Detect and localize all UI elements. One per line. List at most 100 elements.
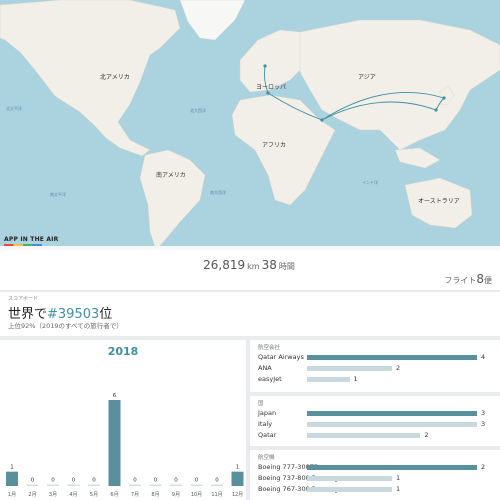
bar-5月[interactable] (88, 484, 100, 487)
countries-bar (307, 433, 421, 438)
hours-value: 38 (261, 258, 277, 272)
label-africa: アフリカ (262, 142, 287, 149)
bar-12月[interactable] (231, 471, 244, 486)
app-logo-stripe (4, 244, 42, 246)
label-south-pacific: 南太平洋 (50, 192, 66, 197)
aircraft-row[interactable]: Boeing 737-800 Passenger 1 (250, 474, 500, 483)
aircraft-title: 航空機 (258, 455, 275, 461)
airport-marker (320, 118, 324, 122)
label-north-america: 北アメリカ (100, 74, 130, 81)
bar-value-label: 0 (51, 478, 55, 484)
bar-4月[interactable] (67, 484, 80, 487)
bar-2月[interactable] (26, 484, 39, 487)
bar-11月[interactable] (211, 484, 223, 487)
label-europe: ヨーロッパ (256, 84, 287, 91)
distance-unit: km (247, 262, 260, 271)
airport-marker (266, 91, 270, 95)
month-tick-label: 9月 (172, 492, 180, 498)
month-tick-label: 12月 (232, 492, 243, 498)
bar-value-label: 0 (92, 478, 96, 484)
hours-unit: 時間 (278, 262, 295, 271)
countries-count: 3 (481, 420, 486, 428)
aircraft-count: 1 (396, 485, 401, 493)
airlines-bar (307, 355, 477, 360)
bar-value-label: 6 (113, 393, 117, 399)
countries-card[interactable]: 国 Japan 3 Italy 3 Qatar 2 (250, 396, 500, 446)
bar-3月[interactable] (47, 484, 59, 487)
month-tick-label: 7月 (131, 492, 139, 498)
airlines-count: 1 (353, 375, 358, 383)
scoreboard-label: スコアボード (8, 296, 39, 302)
flights-count: 8 (476, 272, 484, 286)
bar-value-label: 0 (154, 478, 158, 484)
month-tick-label: 2月 (28, 492, 36, 498)
map-canvas (0, 0, 500, 250)
airlines-name: ANA (258, 364, 272, 372)
aircraft-row[interactable]: Boeing 777-300ER 2 (250, 463, 500, 472)
bar-10月[interactable] (190, 484, 203, 487)
airlines-title: 航空会社 (258, 345, 281, 351)
app-logo: APP IN THE AIR (4, 236, 59, 243)
bar-9月[interactable] (170, 484, 182, 487)
rank-percentile: 上位92%（2019のすべての旅行者で） (8, 322, 123, 330)
airlines-row[interactable]: Qatar Airways 4 (250, 353, 500, 362)
airport-marker (442, 96, 446, 100)
countries-row[interactable]: Qatar 2 (250, 431, 500, 440)
airlines-row[interactable]: ANA 2 (250, 364, 500, 373)
countries-row[interactable]: Japan 3 (250, 409, 500, 418)
label-indian-ocean: インド洋 (362, 180, 378, 185)
chart-title: 2018 (107, 345, 139, 358)
aircraft-bar (307, 465, 477, 470)
bar-6月[interactable] (108, 400, 121, 486)
bar-value-label: 0 (215, 478, 219, 484)
bar-value-label: 0 (174, 478, 178, 484)
month-tick-label: 3月 (49, 492, 57, 498)
bar-value-label: 0 (72, 478, 76, 484)
world-map[interactable]: 北アメリカ ヨーロッパ アジア アフリカ 南アメリカ オーストラリア 北太平洋 … (0, 0, 500, 250)
countries-name: Italy (258, 420, 273, 428)
label-south-america: 南アメリカ (156, 172, 186, 179)
bar-value-label: 1 (10, 465, 14, 471)
airlines-row[interactable]: easyJet 1 (250, 375, 500, 384)
airlines-name: Qatar Airways (258, 353, 304, 361)
airport-marker (434, 108, 438, 112)
countries-name: Japan (258, 409, 277, 417)
aircraft-count: 1 (396, 474, 401, 482)
aircraft-row[interactable]: Boeing 767-300 Passenger 1 (250, 485, 500, 494)
aircraft-bar (307, 487, 392, 492)
countries-title: 国 (258, 401, 264, 407)
countries-bar (307, 411, 477, 416)
scoreboard-card[interactable]: スコアボード 世界で#39503位 上位92%（2019のすべての旅行者で） (0, 292, 500, 336)
airlines-count: 4 (481, 353, 486, 361)
bar-value-label: 0 (195, 478, 199, 484)
aircraft-count: 2 (481, 463, 486, 471)
flights-prefix: フライト (444, 276, 477, 285)
countries-count: 3 (481, 409, 486, 417)
countries-name: Qatar (258, 431, 277, 439)
distance-time-line: 26,819 km 38 時間 (0, 258, 500, 272)
bar-8月[interactable] (149, 484, 162, 487)
travel-stats: 26,819 km 38 時間 フライト8便 (0, 250, 500, 290)
airlines-name: easyJet (258, 375, 282, 383)
month-tick-label: 4月 (69, 492, 77, 498)
airport-marker (263, 64, 267, 68)
countries-count: 2 (424, 431, 429, 439)
month-tick-label: 6月 (110, 492, 118, 498)
app-root: 北アメリカ ヨーロッパ アジア アフリカ 南アメリカ オーストラリア 北太平洋 … (0, 0, 500, 500)
bar-value-label: 1 (236, 465, 240, 471)
countries-row[interactable]: Italy 3 (250, 420, 500, 429)
label-north-atlantic: 北大西洋 (190, 108, 206, 113)
airlines-bar (307, 377, 350, 382)
month-tick-label: 5月 (90, 492, 98, 498)
label-north-pacific: 北太平洋 (6, 106, 22, 111)
month-tick-label: 11月 (211, 492, 222, 498)
flight-count: フライト8便 (444, 272, 492, 286)
bar-1月[interactable] (6, 471, 18, 486)
airlines-card[interactable]: 航空会社 Qatar Airways 4 ANA 2 easyJet 1 (250, 340, 500, 392)
monthly-bar-chart: 11月02月03月04月05月66月07月08月09月010月011月112月 (6, 393, 244, 498)
monthly-flights-card: 2018 1 1月 0 2月 0 3月 0 4月 0 5月 6 6月 0 7月 0 8月 0 9月 0 10月 0 11月… (0, 340, 246, 500)
bar-value-label: 0 (133, 478, 137, 484)
bar-7月[interactable] (129, 484, 141, 487)
aircraft-card[interactable]: 航空機 Boeing 777-300ER 2 Boeing 737-800 Pass… (250, 450, 500, 500)
bar-value-label: 0 (31, 478, 35, 484)
